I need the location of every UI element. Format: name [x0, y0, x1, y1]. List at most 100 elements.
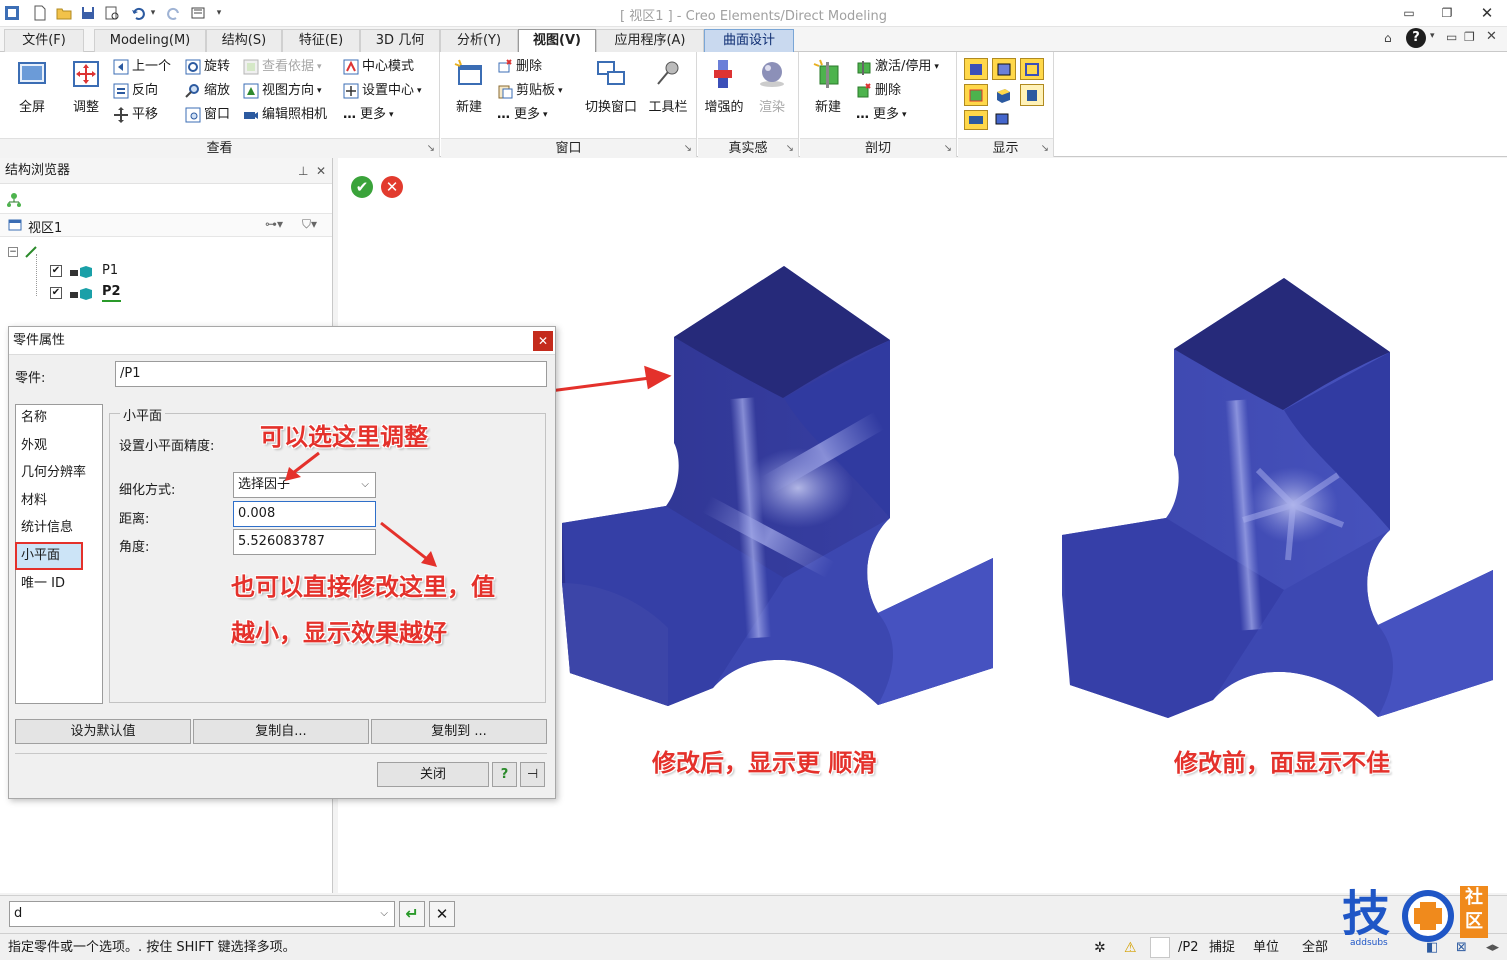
view-more-dropdown-icon: ▾: [389, 110, 394, 120]
display-grid-icon[interactable]: [992, 110, 1016, 130]
activate-section-button[interactable]: 激活/停用 ▾: [856, 56, 939, 78]
tab-view[interactable]: 视图(V): [518, 29, 596, 52]
fullscreen-button[interactable]: 全屏: [10, 56, 54, 120]
category-material[interactable]: 材料: [16, 488, 102, 514]
display-hidden-icon[interactable]: [964, 84, 988, 106]
delete-window-button[interactable]: 删除: [497, 56, 542, 78]
edit-camera-button[interactable]: 编辑照相机: [243, 104, 327, 126]
tab-feature[interactable]: 特征(E): [282, 29, 360, 52]
minimize-icon[interactable]: ▭: [1394, 3, 1424, 23]
reverse-button[interactable]: 反向: [113, 80, 158, 102]
help-dropdown-icon[interactable]: ▾: [1430, 31, 1435, 41]
display-transparent-icon[interactable]: [992, 84, 1016, 106]
pan-button[interactable]: 平移: [113, 104, 158, 126]
browser-filter-bar: 视区1 ⊶▾ ⛉▾: [0, 213, 332, 237]
display-edges-icon[interactable]: [992, 58, 1016, 80]
doc-minimize-icon[interactable]: ▭: [1446, 30, 1457, 44]
view-direction-button[interactable]: 视图方向 ▾: [243, 80, 322, 102]
category-facets[interactable]: 小平面: [15, 542, 83, 570]
display-silhouette-icon[interactable]: [1020, 84, 1044, 106]
status-bug-icon[interactable]: ✲: [1094, 938, 1106, 958]
model-before[interactable]: [1062, 278, 1493, 718]
command-cancel-icon[interactable]: ✕: [429, 901, 455, 927]
tab-analysis[interactable]: 分析(Y): [440, 29, 518, 52]
filter-icon[interactable]: ⛉▾: [302, 217, 317, 232]
command-dropdown-icon[interactable]: ⌵: [380, 902, 388, 926]
group-display-launcher-icon[interactable]: ↘: [1041, 143, 1049, 154]
view-more-button[interactable]: … 更多 ▾: [343, 104, 394, 126]
logo-url: addsubs: [1350, 938, 1388, 948]
warning-icon[interactable]: ⚠: [1124, 938, 1137, 958]
doc-restore-icon[interactable]: ❐: [1464, 30, 1475, 44]
toolbar-button[interactable]: 工具栏: [646, 56, 690, 120]
center-mode-icon: [343, 59, 359, 75]
display-wireframe-icon[interactable]: [1020, 58, 1044, 80]
part-field[interactable]: /P1: [115, 361, 547, 387]
new-section-button[interactable]: 新建: [806, 56, 850, 120]
execute-enter-icon[interactable]: ↵: [399, 901, 425, 927]
clipboard-button[interactable]: 剪贴板 ▾: [497, 80, 563, 102]
window-more-button[interactable]: … 更多 ▾: [497, 104, 548, 126]
tab-surface-design[interactable]: 曲面设计: [704, 29, 794, 52]
tree-root[interactable]: −: [8, 242, 38, 262]
group-window-launcher-icon[interactable]: ↘: [684, 143, 692, 154]
dialog-pin-icon[interactable]: ⊣: [520, 762, 545, 787]
doc-close-icon[interactable]: ✕: [1486, 29, 1497, 44]
center-mode-button[interactable]: 中心模式: [343, 56, 414, 78]
tree-structure-icon[interactable]: [5, 192, 23, 212]
tree-item-p1[interactable]: ✔ P1: [50, 261, 118, 281]
rotate-button[interactable]: 旋转: [185, 56, 230, 78]
display-labels-icon[interactable]: [964, 110, 988, 130]
tab-modeling[interactable]: Modeling(M): [94, 29, 206, 52]
group-section-launcher-icon[interactable]: ↘: [944, 143, 952, 154]
close-button[interactable]: 关闭: [377, 762, 489, 787]
enhanced-button[interactable]: 增强的: [702, 56, 746, 120]
collapse-icon[interactable]: −: [8, 247, 18, 257]
category-name[interactable]: 名称: [16, 405, 102, 431]
p2-visibility-checkbox[interactable]: ✔: [50, 287, 62, 299]
category-appearance[interactable]: 外观: [16, 433, 102, 459]
zoom-button[interactable]: 缩放: [185, 80, 230, 102]
help-icon[interactable]: ?: [1406, 28, 1426, 48]
p1-visibility-checkbox[interactable]: ✔: [50, 265, 62, 277]
copy-to-button[interactable]: 复制到 ...: [371, 719, 547, 744]
status-message: 指定零件或一个选项。. 按住 SHIFT 键选择多项。: [8, 940, 296, 955]
render-button[interactable]: 渲染: [750, 56, 794, 120]
browser-close-icon[interactable]: ✕: [316, 158, 326, 184]
set-center-button[interactable]: 设置中心 ▾: [343, 80, 422, 102]
status-units[interactable]: 单位: [1253, 938, 1279, 958]
group-realism-launcher-icon[interactable]: ↘: [786, 143, 794, 154]
tab-applications[interactable]: 应用程序(A): [596, 29, 704, 52]
tree-item-p2[interactable]: ✔ P2: [50, 283, 121, 303]
category-geometry-resolution[interactable]: 几何分辨率: [16, 460, 102, 486]
zoom-window-button[interactable]: 窗口: [185, 104, 230, 126]
status-all[interactable]: 全部: [1302, 938, 1328, 958]
new-window-button[interactable]: 新建: [447, 56, 491, 120]
close-icon[interactable]: ✕: [1472, 3, 1502, 23]
help-question-icon[interactable]: ?: [492, 762, 517, 787]
dialog-close-icon[interactable]: ✕: [533, 331, 553, 351]
category-unique-id[interactable]: 唯一 ID: [16, 571, 102, 597]
tab-structure[interactable]: 结构(S): [206, 29, 282, 52]
tab-file[interactable]: 文件(F): [4, 29, 84, 52]
switch-window-button[interactable]: 切换窗口: [581, 56, 641, 120]
model-after[interactable]: [562, 266, 993, 706]
section-more-button[interactable]: … 更多 ▾: [856, 104, 907, 126]
ribbon-tabs: 文件(F) Modeling(M) 结构(S) 特征(E) 3D 几何 分析(Y…: [0, 27, 1507, 52]
category-statistics[interactable]: 统计信息: [16, 515, 102, 541]
command-input[interactable]: d ⌵: [9, 901, 395, 927]
prev-view-button[interactable]: 上一个: [113, 56, 171, 78]
binoculars-icon[interactable]: ⊶▾: [265, 217, 283, 231]
collapse-ribbon-icon[interactable]: ⌂: [1384, 31, 1392, 45]
pin-icon[interactable]: ⊥: [298, 158, 308, 184]
restore-icon[interactable]: ❐: [1432, 3, 1462, 23]
status-snap[interactable]: 捕捉: [1209, 938, 1235, 958]
tab-3d-geometry[interactable]: 3D 几何: [360, 29, 440, 52]
display-shaded-icon[interactable]: [964, 58, 988, 80]
adjust-button[interactable]: 调整: [64, 56, 108, 120]
set-default-button[interactable]: 设为默认值: [15, 719, 191, 744]
group-view-launcher-icon[interactable]: ↘: [427, 143, 435, 154]
view-basis-button[interactable]: 查看依据 ▾: [243, 56, 322, 78]
delete-section-button[interactable]: 删除: [856, 80, 901, 102]
copy-from-button[interactable]: 复制自...: [193, 719, 369, 744]
